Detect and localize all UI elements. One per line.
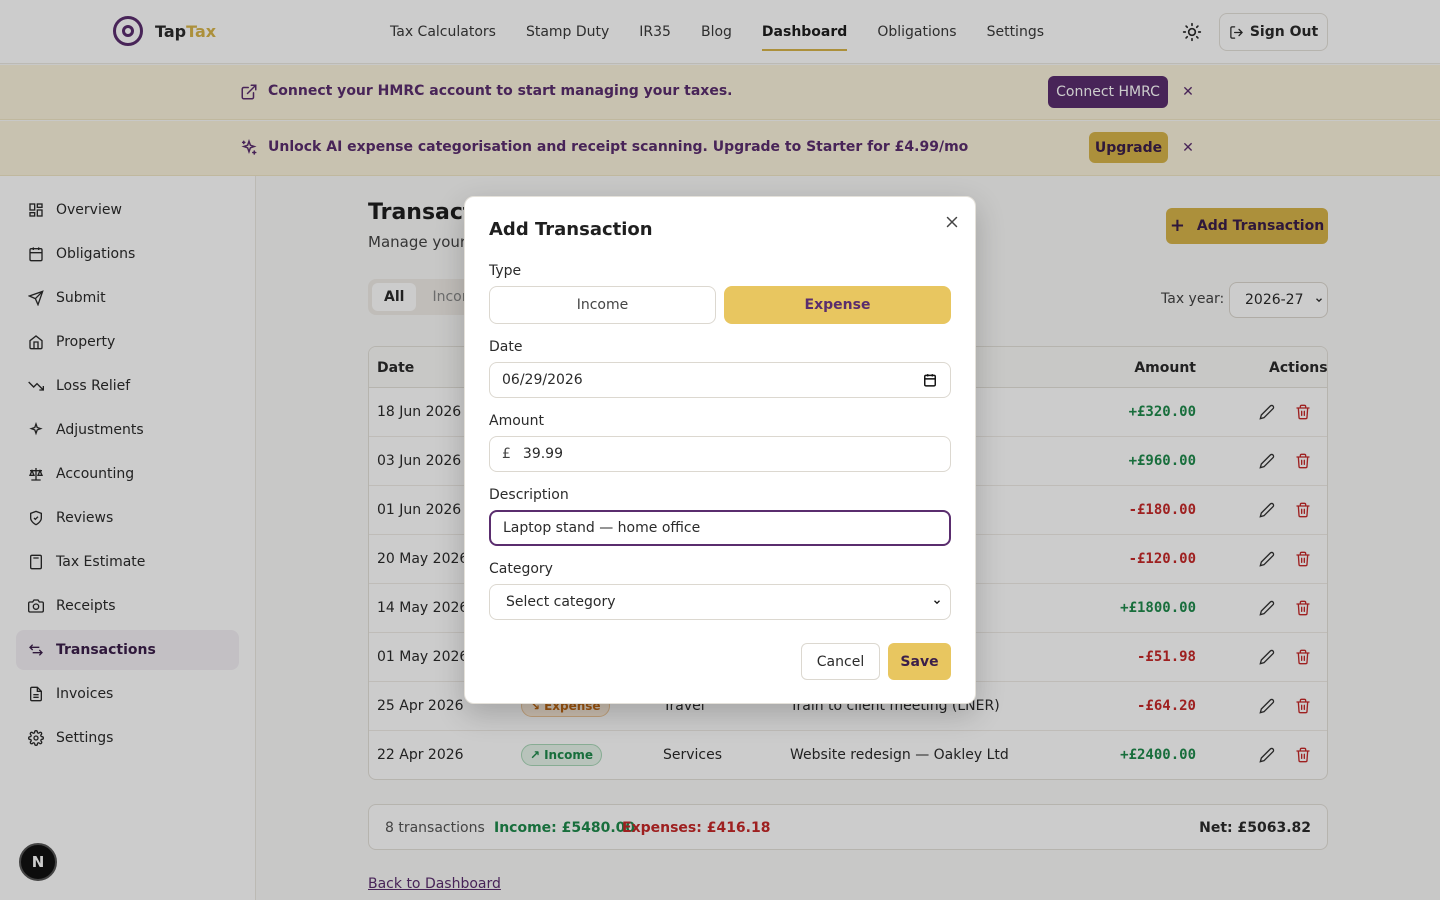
type-income-button[interactable]: Income xyxy=(489,286,716,324)
date-label: Date xyxy=(489,339,523,355)
chevron-down-icon xyxy=(934,600,940,605)
category-label: Category xyxy=(489,561,553,577)
amount-value: 39.99 xyxy=(522,446,564,462)
type-expense-button[interactable]: Expense xyxy=(724,286,951,324)
date-field[interactable]: 06/29/2026 xyxy=(489,362,951,398)
modal-title: Add Transaction xyxy=(489,219,653,240)
amount-label: Amount xyxy=(489,413,545,429)
type-label: Type xyxy=(489,263,522,279)
cancel-button[interactable]: Cancel xyxy=(801,643,880,680)
category-select[interactable]: Select category xyxy=(489,584,951,620)
save-button[interactable]: Save xyxy=(888,643,951,680)
date-value: 06/29/2026 xyxy=(502,372,583,388)
description-label: Description xyxy=(489,487,569,503)
category-value: Select category xyxy=(506,594,616,610)
add-transaction-modal: Add Transaction Type Income Expense Date… xyxy=(464,196,976,704)
calendar-icon[interactable] xyxy=(923,373,937,387)
description-value: Laptop stand — home office xyxy=(503,520,701,536)
description-field[interactable]: Laptop stand — home office xyxy=(489,510,951,546)
currency-prefix: £ xyxy=(502,446,511,462)
amount-field[interactable]: £ 39.99 xyxy=(489,436,951,472)
close-icon[interactable] xyxy=(943,213,961,231)
